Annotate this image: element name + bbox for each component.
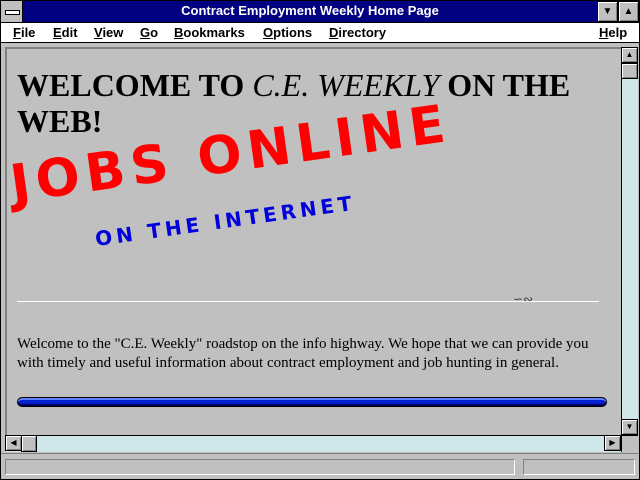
minimize-button[interactable]: ▼ xyxy=(597,1,618,22)
menu-file[interactable]: File xyxy=(13,24,35,41)
menu-directory[interactable]: Directory xyxy=(329,24,386,41)
progress-field xyxy=(523,459,635,475)
scroll-right-arrow-icon[interactable]: ▶ xyxy=(604,435,621,451)
divider-ornament-icon: ∽∾ xyxy=(513,292,534,306)
logo-sub-text: ON THE INTERNET xyxy=(93,190,358,251)
scroll-down-arrow-icon[interactable]: ▼ xyxy=(621,419,638,435)
vertical-scroll-thumb[interactable] xyxy=(621,63,638,79)
page-content: WELCOME TO C.E. WEEKLY ON THE WEB! JOBS … xyxy=(5,47,621,435)
scroll-up-arrow-icon[interactable]: ▲ xyxy=(621,47,638,63)
blue-divider-bar xyxy=(17,397,607,407)
menu-go[interactable]: Go xyxy=(140,24,158,41)
status-bar xyxy=(1,453,639,479)
ornamental-divider xyxy=(17,301,599,302)
menu-view[interactable]: View xyxy=(94,24,123,41)
system-menu-icon[interactable] xyxy=(1,1,23,22)
scrollbar-corner xyxy=(621,435,638,452)
scroll-left-arrow-icon[interactable]: ◀ xyxy=(5,435,22,451)
status-text-field xyxy=(5,459,515,475)
menu-bar: File Edit View Go Bookmarks Options Dire… xyxy=(1,23,639,43)
jobs-online-logo: JOBS ONLINE ON THE INTERNET xyxy=(7,94,485,295)
browser-window: Contract Employment Weekly Home Page ▼ ▲… xyxy=(0,0,640,480)
vertical-scrollbar[interactable]: ▲ ▼ xyxy=(621,47,638,435)
maximize-button[interactable]: ▲ xyxy=(618,1,639,22)
horizontal-scroll-thumb[interactable] xyxy=(21,435,37,452)
horizontal-scrollbar[interactable]: ◀ ▶ xyxy=(5,435,621,452)
menu-edit[interactable]: Edit xyxy=(53,24,78,41)
window-title: Contract Employment Weekly Home Page xyxy=(181,3,439,18)
title-bar[interactable]: Contract Employment Weekly Home Page ▼ ▲ xyxy=(1,1,639,23)
menu-options[interactable]: Options xyxy=(263,24,312,41)
welcome-paragraph: Welcome to the "C.E. Weekly" roadstop on… xyxy=(17,336,589,371)
menu-bookmarks[interactable]: Bookmarks xyxy=(174,24,245,41)
menu-help[interactable]: Help xyxy=(599,24,627,41)
